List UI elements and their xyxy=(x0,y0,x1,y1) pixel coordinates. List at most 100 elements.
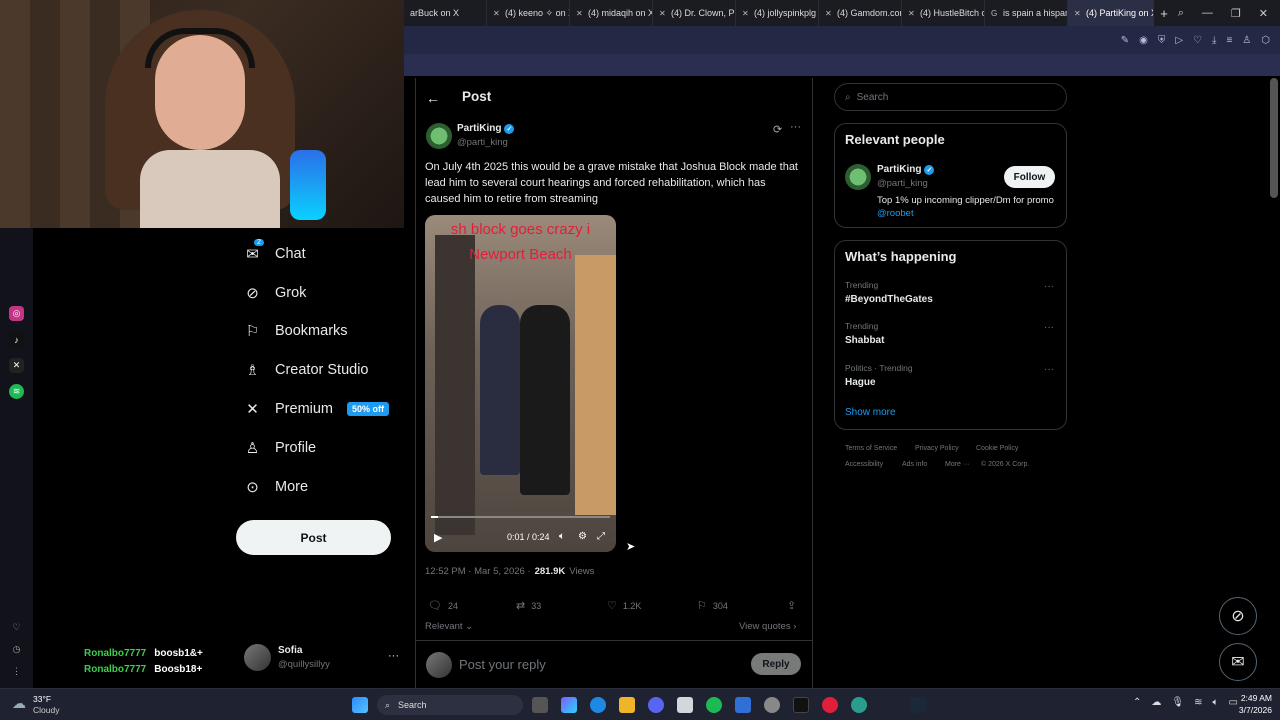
browser-tab[interactable]: Gis spain a hispani xyxy=(985,0,1068,26)
app-icon[interactable] xyxy=(764,697,780,713)
follow-button[interactable]: Follow xyxy=(1004,166,1055,188)
search-input[interactable]: ⌕ Search xyxy=(834,83,1067,111)
search-tabs-icon[interactable]: ⌕ xyxy=(1178,7,1184,20)
spotify-icon[interactable] xyxy=(706,697,722,713)
footer-link[interactable]: Privacy Policy xyxy=(915,445,959,452)
address-bar[interactable] xyxy=(404,54,1280,76)
trend-item[interactable]: Politics · Trending Hague xyxy=(845,363,913,388)
restore-icon[interactable]: ❐ xyxy=(1231,7,1241,20)
author-avatar[interactable] xyxy=(426,123,452,149)
clock-date[interactable]: 3/7/2026 xyxy=(1228,705,1272,715)
nav-item-bookmarks[interactable]: ⚐ Bookmarks xyxy=(244,322,348,340)
footer-link[interactable]: Accessibility xyxy=(845,461,883,468)
extension-icon[interactable]: ⬡ xyxy=(1261,35,1270,46)
nav-item-profile[interactable]: ♙ Profile xyxy=(244,439,316,457)
grok-explain-icon[interactable]: ⟳ xyxy=(773,123,782,136)
post-menu-icon[interactable]: ··· xyxy=(790,121,801,133)
trend-item[interactable]: Trending Shabbat xyxy=(845,321,884,346)
taskbar-search[interactable]: ⌕ Search xyxy=(377,695,523,715)
nav-item-chat[interactable]: ✉ 2 Chat xyxy=(244,239,306,263)
show-more-link[interactable]: Show more xyxy=(845,407,896,418)
heart-icon[interactable]: ♡ xyxy=(1193,35,1202,46)
fullscreen-icon[interactable]: ⤢ xyxy=(597,531,605,542)
scrollbar[interactable] xyxy=(1270,78,1278,198)
person-name-row[interactable]: PartiKing ✓ xyxy=(877,164,935,175)
file-explorer-icon[interactable] xyxy=(619,697,635,713)
history-icon[interactable]: ◷ xyxy=(9,642,24,657)
shield-icon[interactable]: ⛨ xyxy=(1158,35,1166,46)
browser-tab[interactable]: ✕ (4) midaqih on X xyxy=(570,0,653,26)
spotify-icon[interactable]: ≋ xyxy=(9,384,24,399)
reply-input[interactable]: Post your reply xyxy=(459,657,546,672)
close-window-icon[interactable]: ✕ xyxy=(1259,7,1268,20)
relevant-sort-dropdown[interactable]: Relevant ⌄ xyxy=(425,621,473,632)
trend-item[interactable]: Trending #BeyondTheGates xyxy=(845,280,933,305)
chevron-up-icon[interactable]: ⌃ xyxy=(1133,697,1141,708)
browser-tab-active[interactable]: ✕ (4) PartiKing on X: "On Jul xyxy=(1068,0,1154,26)
wifi-icon[interactable]: ≋ xyxy=(1194,697,1202,708)
trend-menu-icon[interactable]: ··· xyxy=(1044,364,1054,375)
post-timestamp[interactable]: 12:52 PM · Mar 5, 2026 · xyxy=(425,566,531,577)
messages-float-button[interactable]: ✉ xyxy=(1219,643,1257,681)
reply-action[interactable]: 🗨︎ 24 xyxy=(428,599,458,612)
browser-tab[interactable]: arBuck on X xyxy=(404,0,487,26)
footer-link[interactable]: Cookie Policy xyxy=(976,445,1018,452)
person-bio-mention[interactable]: @roobet xyxy=(877,208,914,219)
account-menu-icon[interactable]: ··· xyxy=(388,650,399,662)
view-quotes-link[interactable]: View quotes › xyxy=(739,621,796,632)
browser-tab[interactable]: ✕ (4) jollyspinkplg o xyxy=(736,0,819,26)
browser-tab[interactable]: ✕ (4) keeno ✧ on X xyxy=(487,0,570,26)
nav-item-grok[interactable]: ⊘ Grok xyxy=(244,284,306,302)
author-name-row[interactable]: PartiKing ✓ xyxy=(457,123,515,134)
profile-icon[interactable]: ♙ xyxy=(1242,35,1251,46)
clock-time[interactable]: 2:49 AM xyxy=(1236,693,1272,703)
discord-icon[interactable] xyxy=(648,697,664,713)
nav-item-creator-studio[interactable]: ♗ Creator Studio xyxy=(244,361,369,379)
windows-start-icon[interactable] xyxy=(352,697,368,713)
repost-action[interactable]: ⇄ 33 xyxy=(516,599,541,612)
opera-icon[interactable] xyxy=(822,697,838,713)
browser-tab[interactable]: ✕ (4) HustleBitch on xyxy=(902,0,985,26)
camera-icon[interactable]: ◉ xyxy=(1139,35,1148,46)
volume-icon[interactable]: 🔈︎ xyxy=(559,531,565,542)
volume-icon[interactable]: 🔈︎ xyxy=(1212,697,1218,708)
browser-tab[interactable]: ✕ (4) Gamdom.com xyxy=(819,0,902,26)
menu-icon[interactable]: ≡ xyxy=(1226,35,1232,46)
footer-link[interactable]: Terms of Service xyxy=(845,445,897,452)
more-icon[interactable]: ⋮ xyxy=(9,664,24,679)
bookmark-action[interactable]: ⚐ 304 xyxy=(697,599,728,612)
footer-link[interactable]: Ads info xyxy=(902,461,927,468)
heart-icon[interactable]: ♡ xyxy=(9,620,24,635)
post-button[interactable]: Post xyxy=(236,520,391,555)
video-progress-track[interactable] xyxy=(431,516,610,518)
person-avatar[interactable] xyxy=(845,164,871,190)
reply-button[interactable]: Reply xyxy=(751,653,801,675)
nav-item-more[interactable]: ⊙ More xyxy=(244,478,308,496)
play-icon[interactable]: ▶ xyxy=(434,531,442,544)
edge-icon[interactable] xyxy=(590,697,606,713)
trend-menu-icon[interactable]: ··· xyxy=(1044,322,1054,333)
instagram-icon[interactable]: ◎ xyxy=(9,306,24,321)
store-icon[interactable] xyxy=(677,697,693,713)
back-arrow-icon[interactable]: ← xyxy=(426,90,440,106)
microphone-icon[interactable]: 🎙︎ xyxy=(1171,697,1184,708)
browser-icon[interactable] xyxy=(851,697,867,713)
tiktok-icon[interactable] xyxy=(793,697,809,713)
video-player[interactable]: sh block goes crazy i Newport Beach ▶ 0:… xyxy=(425,215,616,552)
edit-icon[interactable]: ✎ xyxy=(1121,35,1129,46)
task-view-icon[interactable] xyxy=(532,697,548,713)
steam-icon[interactable] xyxy=(910,697,926,713)
minimize-icon[interactable]: — xyxy=(1202,7,1213,20)
share-action[interactable]: ⇪ xyxy=(787,599,796,612)
x-logo-icon[interactable]: ✕ xyxy=(9,358,24,373)
onedrive-icon[interactable]: ☁ xyxy=(1151,697,1161,708)
avatar[interactable] xyxy=(244,644,271,671)
settings-gear-icon[interactable]: ⚙ xyxy=(578,531,587,542)
new-tab-button[interactable]: + xyxy=(1154,6,1174,21)
footer-link[interactable]: More ··· xyxy=(945,461,970,468)
like-action[interactable]: ♡ 1.2K xyxy=(607,599,641,612)
play-icon[interactable]: ▷ xyxy=(1175,35,1183,46)
mail-icon[interactable] xyxy=(735,697,751,713)
tiktok-icon[interactable]: ♪ xyxy=(9,332,24,347)
download-icon[interactable]: ⤓ xyxy=(1212,35,1216,46)
